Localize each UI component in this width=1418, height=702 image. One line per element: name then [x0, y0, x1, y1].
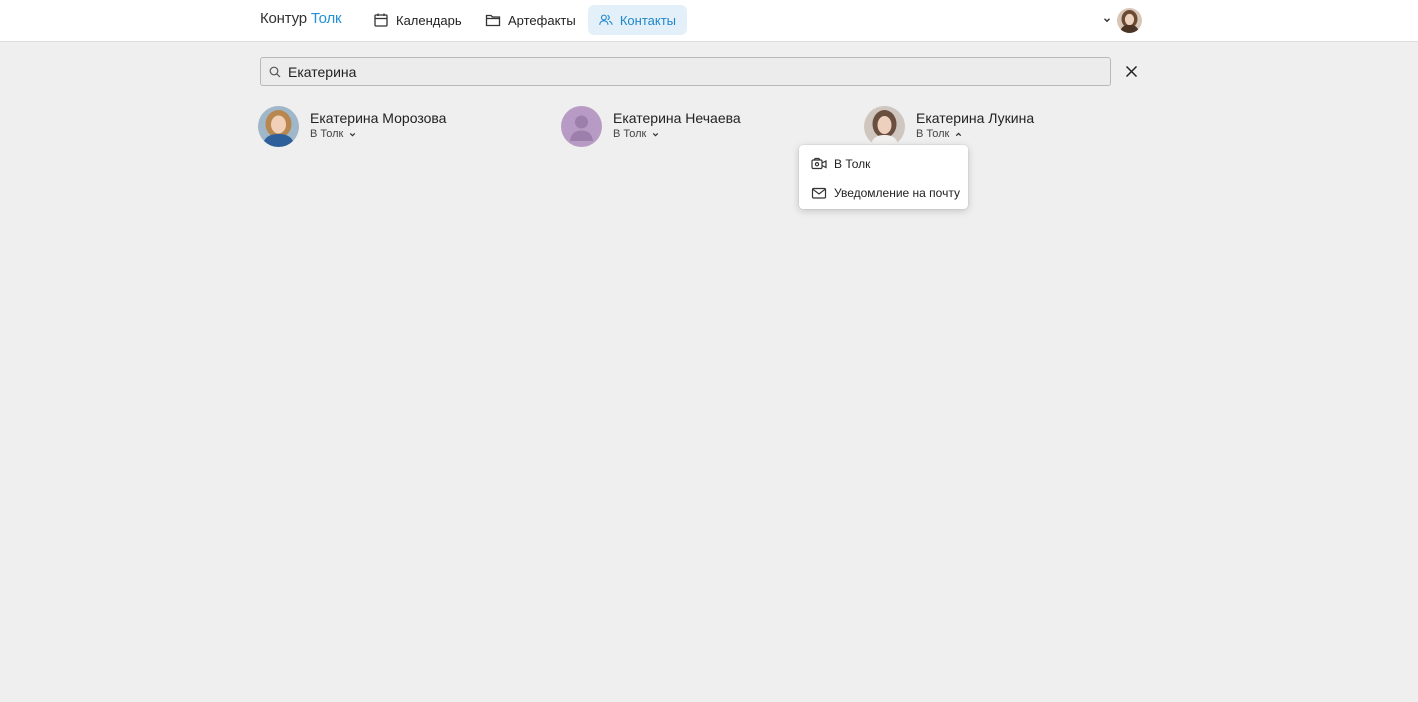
contact-card[interactable]: Екатерина Морозова В Толк — [258, 106, 508, 148]
logo-brand: Контур — [260, 10, 307, 27]
contact-card[interactable]: Екатерина Нечаева В Толк — [561, 106, 811, 148]
chevron-down-icon — [350, 132, 356, 137]
menu-item-call-label: В Толк — [834, 156, 871, 171]
logo-product: Толк — [310, 10, 342, 27]
chevron-down-icon[interactable] — [1102, 15, 1112, 25]
contact-name: Екатерина Лукина — [916, 110, 1035, 126]
contact-action-dropdown[interactable]: В Толк — [613, 128, 660, 140]
search-field[interactable] — [260, 57, 1111, 86]
contact-action-menu: В Толк Уведомление на почту — [799, 145, 968, 209]
nav-calendar[interactable]: Календарь — [362, 5, 473, 35]
calendar-icon — [374, 13, 388, 27]
avatar — [864, 106, 905, 147]
top-bar: Контур Толк Календарь Артефакты Контакты — [0, 0, 1418, 42]
folder-icon — [485, 14, 501, 27]
menu-item-email-label: Уведомление на почту — [834, 185, 960, 200]
contact-card[interactable]: Екатерина Лукина В Толк — [864, 106, 1114, 148]
chevron-up-icon — [956, 132, 962, 136]
menu-item-email[interactable]: Уведомление на почту — [799, 178, 968, 207]
contact-action-dropdown[interactable]: В Толк — [916, 128, 963, 140]
app-logo[interactable]: Контур Толк — [260, 10, 342, 27]
video-camera-icon — [811, 157, 827, 169]
contact-action-label: В Толк — [310, 128, 344, 140]
contact-name: Екатерина Нечаева — [613, 110, 741, 126]
contact-name: Екатерина Морозова — [310, 110, 447, 126]
nav-artifacts-label: Артефакты — [508, 12, 576, 28]
nav-contacts[interactable]: Контакты — [588, 5, 687, 35]
user-avatar[interactable] — [1117, 8, 1142, 33]
contact-action-label: В Толк — [916, 128, 950, 140]
close-icon[interactable] — [1124, 64, 1139, 79]
mail-icon — [811, 187, 827, 199]
menu-item-call[interactable]: В Толк — [799, 149, 968, 178]
contact-action-dropdown[interactable]: В Толк — [310, 128, 357, 140]
contact-action-label: В Толк — [613, 128, 647, 140]
search-input[interactable] — [288, 63, 1088, 80]
nav-contacts-label: Контакты — [619, 12, 676, 28]
nav-artifacts[interactable]: Артефакты — [474, 5, 587, 35]
chevron-down-icon — [653, 132, 659, 137]
search-icon — [269, 66, 281, 77]
nav-calendar-label: Календарь — [396, 12, 462, 28]
avatar — [561, 106, 602, 147]
users-icon — [599, 14, 613, 25]
avatar — [258, 106, 299, 147]
